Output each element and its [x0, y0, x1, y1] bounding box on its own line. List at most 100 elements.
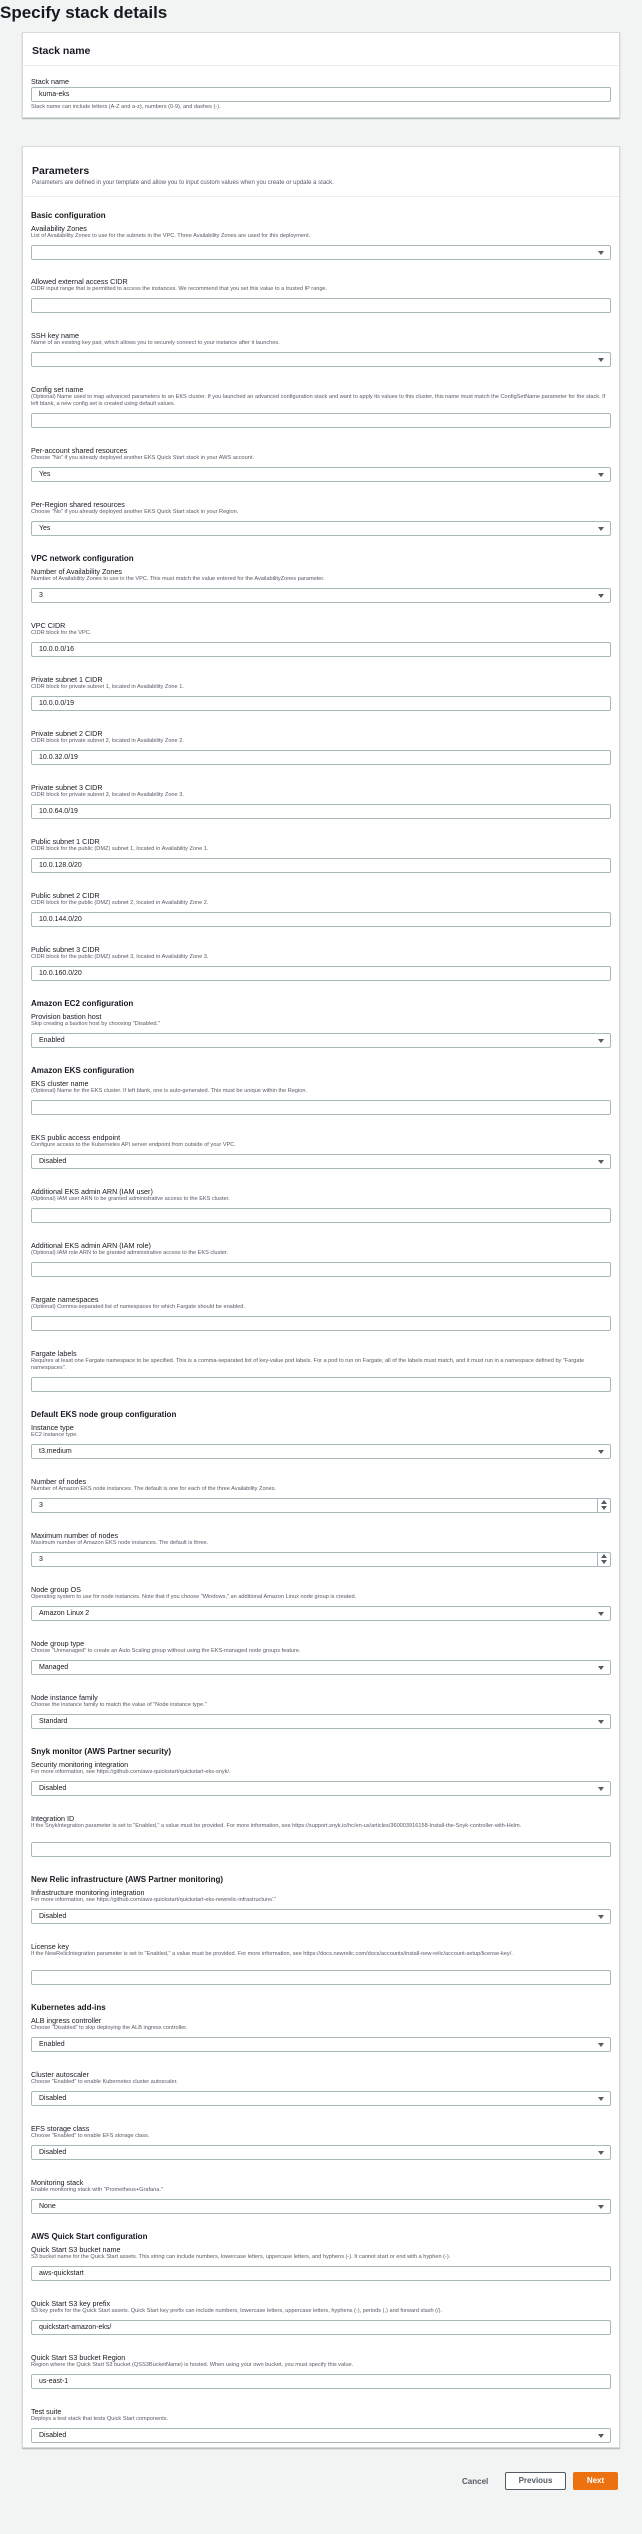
section-heading-basic: Basic configuration: [31, 211, 106, 220]
autoscaler-select[interactable]: Disabled: [31, 2091, 611, 2106]
cluster-name-input[interactable]: [31, 1100, 611, 1115]
license-key-input[interactable]: [31, 1970, 611, 1985]
num-nodes-value: 3: [39, 1502, 43, 1509]
parameters-panel: Parameters Parameters are defined in you…: [22, 146, 620, 2448]
efs-select[interactable]: Disabled: [31, 2145, 611, 2160]
per-region-description: Choose "No" if you already deployed anot…: [31, 509, 239, 515]
chevron-down-icon: [598, 1160, 604, 1164]
public-endpoint-select[interactable]: Disabled: [31, 1154, 611, 1169]
priv1-input[interactable]: 10.0.0.0/19: [31, 696, 611, 711]
fargate-labels-label: Fargate labels: [31, 1349, 77, 1358]
max-nodes-value: 3: [39, 1556, 43, 1563]
section-heading-nodegroup: Default EKS node group configuration: [31, 1410, 177, 1419]
config-set-input[interactable]: [31, 413, 611, 428]
max-nodes-number-input[interactable]: 3: [31, 1552, 611, 1567]
chevron-down-icon: [598, 2205, 604, 2209]
az-select[interactable]: [31, 245, 611, 260]
pub3-description: CIDR block for the public (DMZ) subnet 3…: [31, 954, 209, 960]
priv1-value: 10.0.0.0/19: [39, 700, 75, 707]
num-nodes-number-input[interactable]: 3: [31, 1498, 611, 1513]
per-account-select[interactable]: Yes: [31, 467, 611, 482]
fargate-ns-description: (Optional) Comma-separated list of names…: [31, 1304, 245, 1310]
per-region-select[interactable]: Yes: [31, 521, 611, 536]
chevron-down-icon: [598, 1039, 604, 1043]
node-os-description: Operating system to use for node instanc…: [31, 1594, 357, 1600]
chevron-down-icon: [598, 2151, 604, 2155]
bastion-label: Provision bastion host: [31, 1012, 102, 1021]
access-cidr-input[interactable]: [31, 298, 611, 313]
bastion-select[interactable]: Enabled: [31, 1033, 611, 1048]
instance-type-select[interactable]: t3.medium: [31, 1444, 611, 1459]
stack-name-input[interactable]: kuma-eks: [31, 87, 611, 102]
pub3-value: 10.0.160.0/20: [39, 970, 82, 977]
node-group-type-description: Choose "Unmanaged" to create an Auto Sca…: [31, 1648, 301, 1654]
test-suite-value: Disabled: [39, 2432, 67, 2439]
s3-region-label: Quick Start S3 bucket Region: [31, 2353, 126, 2362]
newrelic-integration-label: Infrastructure monitoring integration: [31, 1888, 145, 1897]
ssh-key-label: SSH key name: [31, 331, 79, 340]
chevron-down-icon: [598, 473, 604, 477]
node-os-select[interactable]: Amazon Linux 2: [31, 1606, 611, 1621]
monitoring-select[interactable]: None: [31, 2199, 611, 2214]
chevron-up-icon: [601, 1500, 607, 1504]
num-az-description: Number of Availability Zones to use in t…: [31, 576, 325, 582]
stack-name-panel: Stack name Stack name kuma-eks Stack nam…: [22, 32, 620, 118]
pub3-input[interactable]: 10.0.160.0/20: [31, 966, 611, 981]
chevron-down-icon: [598, 2434, 604, 2438]
chevron-down-icon: [598, 1450, 604, 1454]
stepper-icon[interactable]: [597, 1553, 610, 1566]
chevron-down-icon: [598, 1666, 604, 1670]
s3-bucket-input[interactable]: aws-quickstart: [31, 2266, 611, 2281]
snyk-integration-select[interactable]: Disabled: [31, 1781, 611, 1796]
node-family-select[interactable]: Standard: [31, 1714, 611, 1729]
fargate-labels-input[interactable]: [31, 1377, 611, 1392]
ssh-key-select[interactable]: [31, 352, 611, 367]
test-suite-description: Deploys a test stack that tests Quick St…: [31, 2416, 169, 2422]
az-label: Availability Zones: [31, 224, 87, 233]
instance-type-label: Instance type: [31, 1423, 74, 1432]
monitoring-description: Enable monitoring stack with "Prometheus…: [31, 2187, 163, 2193]
cancel-button[interactable]: Cancel: [462, 2477, 488, 2486]
page: Specify stack details Stack name Stack n…: [0, 0, 642, 2534]
num-nodes-label: Number of nodes: [31, 1477, 87, 1486]
monitoring-value: None: [39, 2203, 56, 2210]
newrelic-integration-select[interactable]: Disabled: [31, 1909, 611, 1924]
priv3-input[interactable]: 10.0.64.0/19: [31, 804, 611, 819]
config-set-description: (Optional) Name used to map advanced par…: [31, 394, 606, 407]
section-heading-newrelic: New Relic infrastructure (AWS Partner mo…: [31, 1875, 224, 1884]
alb-select[interactable]: Enabled: [31, 2037, 611, 2052]
cluster-name-label: EKS cluster name: [31, 1079, 89, 1088]
fargate-ns-label: Fargate namespaces: [31, 1295, 99, 1304]
s3-region-input[interactable]: us-east-1: [31, 2374, 611, 2389]
s3-prefix-label: Quick Start S3 key prefix: [31, 2299, 111, 2308]
pub1-input[interactable]: 10.0.128.0/20: [31, 858, 611, 873]
s3-prefix-input[interactable]: quickstart-amazon-eks/: [31, 2320, 611, 2335]
fargate-ns-input[interactable]: [31, 1316, 611, 1331]
license-key-label: License key: [31, 1942, 69, 1951]
admin-role-input[interactable]: [31, 1262, 611, 1277]
num-az-value: 3: [39, 592, 43, 599]
instance-type-description: EC2 instance type.: [31, 1432, 78, 1438]
pub2-value: 10.0.144.0/20: [39, 916, 82, 923]
test-suite-select[interactable]: Disabled: [31, 2428, 611, 2443]
alb-description: Choose "Disabled" to skip deploying the …: [31, 2025, 188, 2031]
pub3-label: Public subnet 3 CIDR: [31, 945, 100, 954]
next-button[interactable]: Next: [573, 2472, 618, 2490]
chevron-down-icon: [598, 1915, 604, 1919]
vpc-cidr-input[interactable]: 10.0.0.0/16: [31, 642, 611, 657]
admin-user-input[interactable]: [31, 1208, 611, 1223]
fargate-labels-description: Requires at least one Fargate namespace …: [31, 1358, 585, 1371]
section-heading-quickstart: AWS Quick Start configuration: [31, 2232, 148, 2241]
pub2-input[interactable]: 10.0.144.0/20: [31, 912, 611, 927]
stepper-icon[interactable]: [597, 1499, 610, 1512]
priv2-value: 10.0.32.0/19: [39, 754, 78, 761]
per-account-description: Choose "No" if you already deployed anot…: [31, 455, 254, 461]
chevron-down-icon: [598, 1612, 604, 1616]
integration-id-description: If the SnykIntegration parameter is set …: [31, 1823, 522, 1829]
priv2-input[interactable]: 10.0.32.0/19: [31, 750, 611, 765]
pub1-value: 10.0.128.0/20: [39, 862, 82, 869]
integration-id-input[interactable]: [31, 1842, 611, 1857]
node-group-type-select[interactable]: Managed: [31, 1660, 611, 1675]
num-az-select[interactable]: 3: [31, 588, 611, 603]
previous-button[interactable]: Previous: [505, 2472, 566, 2490]
